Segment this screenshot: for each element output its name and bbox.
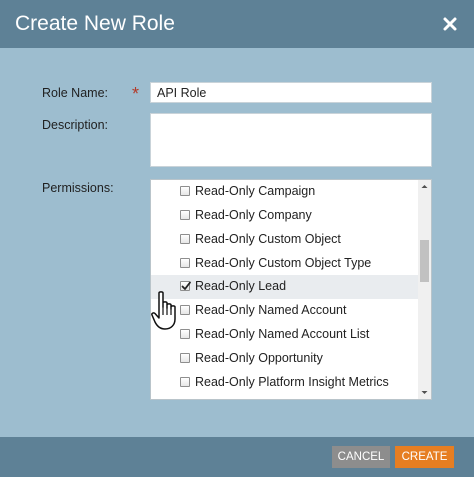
dialog-header: Create New Role xyxy=(0,0,474,48)
checkbox-unchecked[interactable] xyxy=(180,234,190,244)
permission-item[interactable]: Read-Only Custom Object xyxy=(151,228,418,252)
permission-item[interactable]: Read-Only Named Account xyxy=(151,299,418,323)
role-name-input[interactable] xyxy=(150,82,432,103)
checkbox-unchecked[interactable] xyxy=(180,186,190,196)
scroll-down-arrow[interactable] xyxy=(418,386,431,399)
cancel-button[interactable]: CANCEL xyxy=(332,446,390,468)
permission-item[interactable]: Read-Only Opportunity xyxy=(151,347,418,371)
close-button[interactable] xyxy=(438,12,462,36)
checkmark-icon xyxy=(181,281,191,290)
description-textarea[interactable] xyxy=(150,113,432,167)
create-button[interactable]: CREATE xyxy=(395,446,454,468)
permission-label: Read-Only Named Account List xyxy=(195,327,370,341)
permissions-list[interactable]: Read-Only Campaign Read-Only Company Read-… xyxy=(150,179,432,400)
arrow-down-icon xyxy=(421,391,428,394)
permission-item[interactable]: Read-Only Lead xyxy=(151,275,418,299)
permission-label: Read-Only Platform Insight Metrics xyxy=(195,375,389,389)
checkbox-unchecked[interactable] xyxy=(180,329,190,339)
permission-label: Read-Only Opportunity xyxy=(195,351,323,365)
checkbox-unchecked[interactable] xyxy=(180,305,190,315)
checkbox-unchecked[interactable] xyxy=(180,353,190,363)
permission-label: Read-Only Company xyxy=(195,208,312,222)
role-name-label: Role Name: xyxy=(42,86,108,100)
checkbox-unchecked[interactable] xyxy=(180,258,190,268)
close-x-icon xyxy=(443,17,457,31)
permission-item[interactable]: Read-Only Campaign xyxy=(151,180,418,204)
create-role-dialog: Create New Role Role Name: * Description… xyxy=(0,0,474,477)
checkbox-checked[interactable] xyxy=(180,281,191,291)
permission-item[interactable]: Read-Only Named Account List xyxy=(151,323,418,347)
required-marker: * xyxy=(132,84,140,104)
permission-label: Read-Only Campaign xyxy=(195,184,316,198)
checkbox-unchecked[interactable] xyxy=(180,377,190,387)
dialog-title: Create New Role xyxy=(15,12,175,35)
arrow-up-icon xyxy=(421,185,428,188)
permissions-label: Permissions: xyxy=(42,181,114,195)
scroll-up-arrow[interactable] xyxy=(418,180,431,193)
permission-item[interactable]: Read-Only Custom Object Type xyxy=(151,252,418,276)
permission-label: Read-Only Lead xyxy=(195,279,287,293)
permissions-scrollbar[interactable] xyxy=(418,180,431,399)
permission-label: Read-Only Named Account xyxy=(195,303,347,317)
permission-item[interactable]: Read-Only Company xyxy=(151,204,418,228)
description-label: Description: xyxy=(42,118,108,132)
permission-label: Read-Only Custom Object xyxy=(195,232,341,246)
checkbox-unchecked[interactable] xyxy=(180,210,190,220)
permission-label: Read-Only Custom Object Type xyxy=(195,256,372,270)
scroll-thumb[interactable] xyxy=(420,240,429,282)
permission-item[interactable]: Read-Only Platform Insight Metrics xyxy=(151,371,418,395)
